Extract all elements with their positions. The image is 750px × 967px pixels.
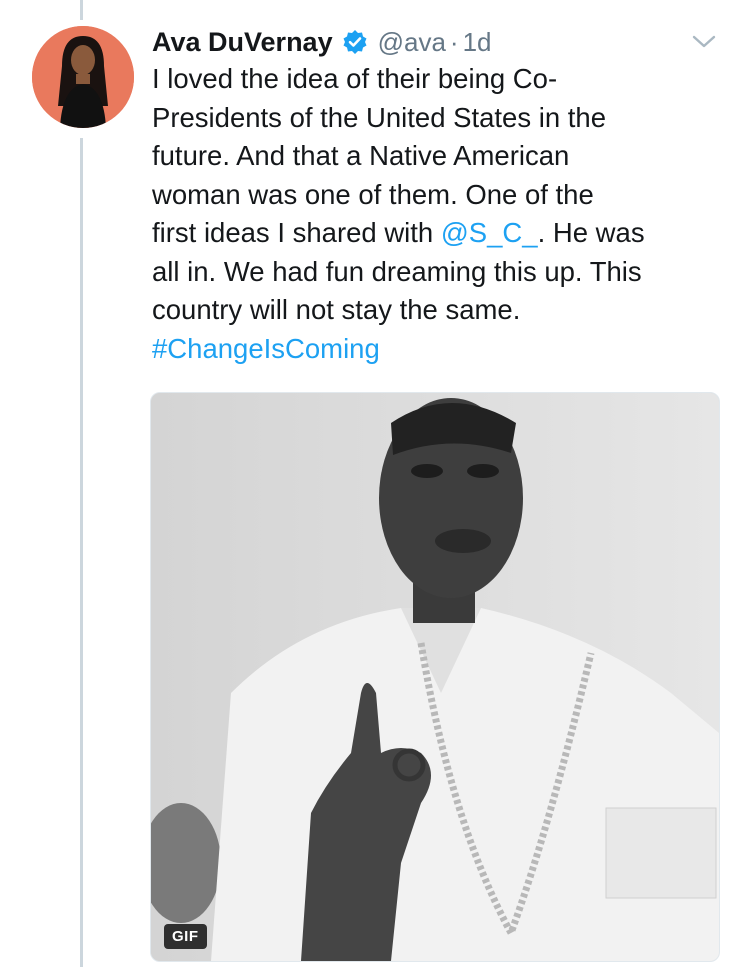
tweet-text-segment: I loved the idea of their being Co-: [152, 63, 558, 94]
timestamp[interactable]: 1d: [463, 27, 492, 58]
gif-badge: GIF: [164, 924, 207, 949]
tweet-text-line: country will not stay the same.: [152, 291, 737, 330]
tweet-text-line: Presidents of the United States in the: [152, 99, 737, 138]
gif-image: [151, 393, 719, 961]
tweet-text-segment: . He was: [537, 217, 645, 248]
tweet-text: I loved the idea of their being Co- Presi…: [152, 60, 737, 368]
author-handle[interactable]: @ava: [378, 27, 446, 58]
tweet-text-line: I loved the idea of their being Co-: [152, 60, 737, 99]
tweet-text-line: all in. We had fun dreaming this up. Thi…: [152, 253, 737, 292]
tweet-text-segment: country will not stay the same.: [152, 294, 521, 325]
tweet-text-segment: future. And that a Native American: [152, 140, 570, 171]
tweet-text-segment: Presidents of the United States in the: [152, 101, 607, 133]
author-name[interactable]: Ava DuVernay: [152, 27, 333, 58]
chevron-down-icon[interactable]: [690, 30, 718, 52]
tweet-text-line: future. And that a Native American: [152, 137, 737, 176]
avatar[interactable]: [32, 26, 134, 128]
tweet-text-line: first ideas I shared with @S_C_. He was: [152, 214, 737, 253]
tweet-header: Ava DuVernay @ava · 1d: [152, 22, 730, 62]
tweet-text-line: #ChangeIsComing: [152, 330, 737, 369]
tweet-text-segment: all in. We had fun dreaming this up. Thi…: [152, 255, 642, 287]
hashtag-link[interactable]: #ChangeIsComing: [152, 333, 380, 364]
tweet-text-segment: first ideas I shared with: [152, 217, 441, 248]
thread-line-top: [80, 0, 83, 20]
gif-media[interactable]: GIF: [150, 392, 720, 962]
mention-link[interactable]: @S_C_: [441, 217, 538, 248]
thread-line: [80, 138, 83, 967]
tweet-text-segment: woman was one of them. One of the: [152, 178, 594, 210]
separator-dot: ·: [449, 26, 459, 57]
verified-badge-icon: [342, 29, 368, 55]
tweet-text-line: woman was one of them. One of the: [152, 176, 737, 215]
